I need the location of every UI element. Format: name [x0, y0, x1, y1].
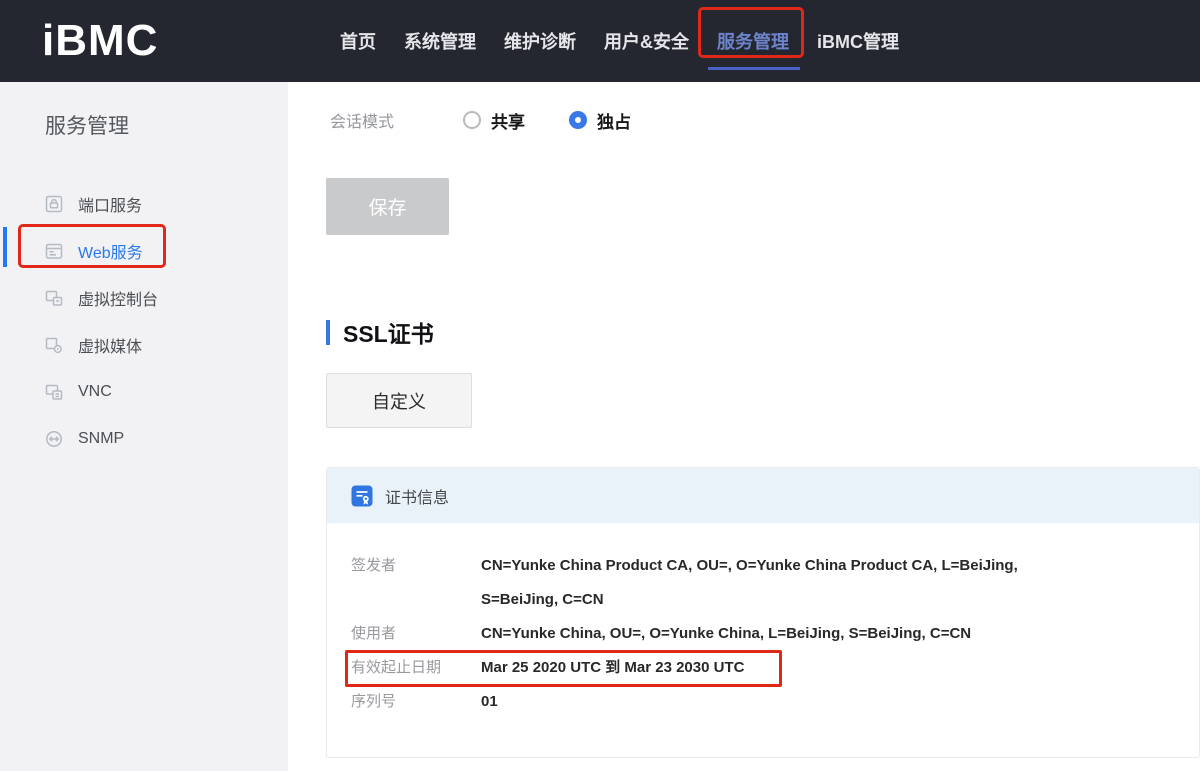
app-header: iBMC 首页 系统管理 维护诊断 用户&安全 服务管理 iBMC管理: [0, 0, 1200, 82]
vnc-icon: [45, 383, 63, 401]
sidebar-item-label: 虚拟媒体: [78, 333, 142, 357]
sidebar-item-virtual-media[interactable]: 虚拟媒体: [0, 321, 288, 368]
ibmc-page: iBMC 首页 系统管理 维护诊断 用户&安全 服务管理 iBMC管理 服务管理: [0, 0, 1200, 771]
sidebar-item-vnc[interactable]: VNC: [0, 368, 288, 415]
cert-row-value: CN=Yunke China Product CA, OU=, O=Yunke …: [481, 549, 1056, 617]
nav-ibmc-mgmt[interactable]: iBMC管理: [817, 28, 899, 54]
sidebar-title: 服务管理: [45, 110, 129, 140]
cert-row-label: 有效起止日期: [351, 651, 481, 685]
radio-option-exclusive[interactable]: 独占: [569, 108, 631, 133]
nav-system-mgmt[interactable]: 系统管理: [404, 28, 476, 54]
radio-unchecked-icon[interactable]: [463, 111, 481, 129]
ssl-section-title: SSL证书: [343, 315, 434, 349]
certificate-panel: 证书信息 签发者 CN=Yunke China Product CA, OU=,…: [326, 467, 1200, 758]
main-nav: 首页 系统管理 维护诊断 用户&安全 服务管理 iBMC管理: [340, 0, 899, 82]
cert-row-label: 签发者: [351, 549, 481, 617]
sidebar-item-port-service[interactable]: 端口服务: [0, 180, 288, 227]
cert-row-subject: 使用者 CN=Yunke China, OU=, O=Yunke China, …: [351, 617, 1175, 651]
sidebar-item-label: VNC: [78, 383, 112, 401]
sidebar-item-label: 端口服务: [78, 192, 142, 216]
radio-option-shared[interactable]: 共享: [463, 108, 525, 133]
section-accent-bar: [326, 320, 330, 345]
cert-row-serial: 序列号 01: [351, 685, 1175, 719]
session-mode-label: 会话模式: [330, 108, 394, 132]
cert-row-value: 01: [481, 685, 498, 719]
sidebar-item-label: 虚拟控制台: [78, 286, 158, 310]
certificate-panel-header: 证书信息: [327, 468, 1199, 523]
sidebar-item-virtual-console[interactable]: 虚拟控制台: [0, 274, 288, 321]
sidebar: 服务管理 端口服务: [0, 82, 288, 771]
app-logo: iBMC: [42, 0, 158, 82]
sidebar-menu: 端口服务 Web服务: [0, 180, 288, 462]
cert-row-value: Mar 25 2020 UTC 到 Mar 23 2030 UTC: [481, 651, 744, 685]
certificate-icon: [351, 485, 373, 507]
custom-button[interactable]: 自定义: [326, 373, 472, 428]
nav-user-security[interactable]: 用户&安全: [604, 28, 689, 54]
certificate-details: 签发者 CN=Yunke China Product CA, OU=, O=Yu…: [327, 523, 1199, 719]
sidebar-item-label: Web服务: [78, 239, 143, 263]
save-button[interactable]: 保存: [326, 178, 449, 235]
cert-row-label: 使用者: [351, 617, 481, 651]
session-mode-row: 会话模式 共享 独占: [330, 104, 631, 136]
nav-home[interactable]: 首页: [340, 28, 376, 54]
virtual-console-icon: [45, 289, 63, 307]
nav-maintenance-diag[interactable]: 维护诊断: [504, 28, 576, 54]
sidebar-item-snmp[interactable]: SNMP: [0, 415, 288, 462]
cert-row-validity: 有效起止日期 Mar 25 2020 UTC 到 Mar 23 2030 UTC: [351, 651, 1175, 685]
cert-row-value: CN=Yunke China, OU=, O=Yunke China, L=Be…: [481, 617, 971, 651]
nav-service-mgmt[interactable]: 服务管理: [717, 28, 789, 54]
cert-row-label: 序列号: [351, 685, 481, 719]
certificate-panel-title: 证书信息: [385, 484, 449, 508]
ssl-section-header: SSL证书: [326, 318, 434, 346]
web-service-icon: [45, 242, 63, 260]
radio-option-label: 共享: [491, 108, 525, 133]
radio-checked-icon[interactable]: [569, 111, 587, 129]
virtual-media-icon: [45, 336, 63, 354]
radio-option-label: 独占: [597, 108, 631, 133]
port-service-icon: [45, 195, 63, 213]
cert-row-issuer: 签发者 CN=Yunke China Product CA, OU=, O=Yu…: [351, 549, 1175, 617]
snmp-icon: [45, 430, 63, 448]
sidebar-item-web-service[interactable]: Web服务: [0, 227, 288, 274]
sidebar-item-label: SNMP: [78, 430, 124, 448]
